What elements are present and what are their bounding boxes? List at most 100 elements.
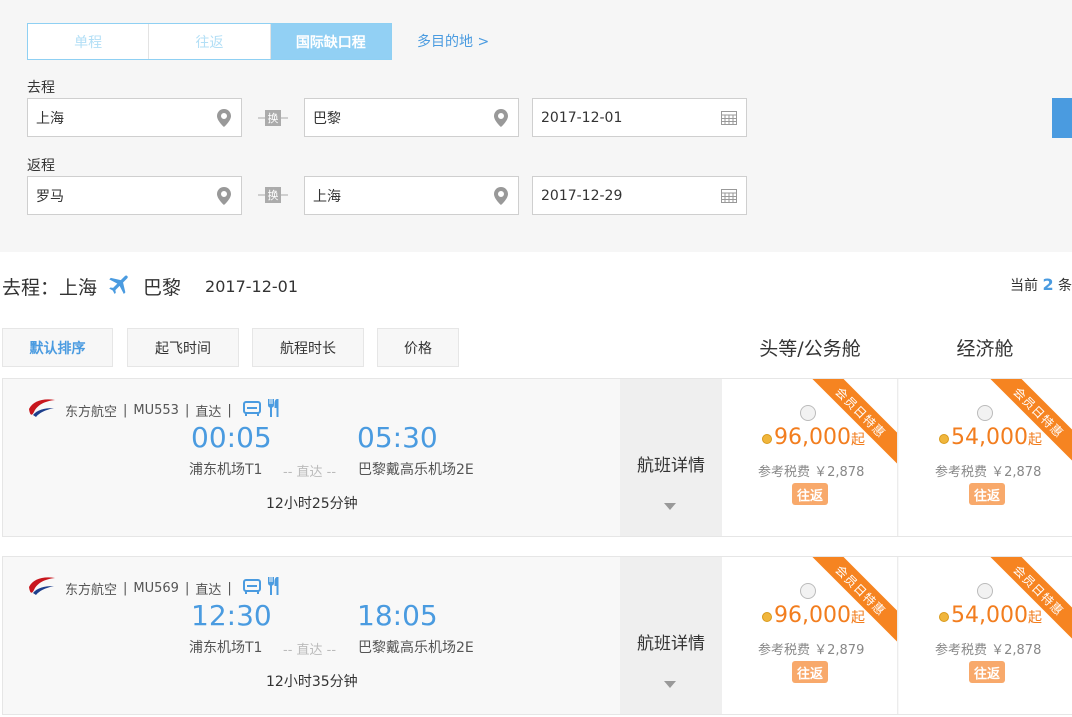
route-to: 巴黎 — [143, 277, 182, 299]
flight-duration: 12小时35分钟 — [266, 674, 358, 690]
tab-one-way[interactable]: 单程 — [28, 24, 150, 59]
sort-departure-button[interactable]: 起飞时间 — [127, 328, 239, 367]
result-count: 当前 2 条 — [1010, 275, 1072, 295]
tax-info: 参考税费 ￥2,879 — [758, 643, 865, 658]
flight-detail-label: 航班详情 — [637, 634, 705, 654]
price-value: 54,000 — [951, 425, 1028, 450]
flight-detail-label: 航班详情 — [637, 456, 705, 476]
round-trip-badge: 往返 — [792, 661, 828, 683]
count-prefix: 当前 — [1010, 278, 1038, 294]
first-class-radio[interactable] — [800, 405, 816, 421]
sort-default-button[interactable]: 默认排序 — [2, 328, 113, 367]
location-pin-icon — [492, 186, 510, 205]
outbound-from-value: 上海 — [36, 110, 64, 127]
flight-card: 东方航空 | MU553 | 直达 | 00:05 05:30 浦东机场T1 -… — [2, 378, 1072, 537]
cabin-header-first: 头等/公务舱 — [759, 338, 861, 360]
meal-icon — [266, 399, 282, 421]
first-class-price-cell: 会员日特惠 96,000 起 参考税费 ￥2,878 往返 — [722, 379, 898, 536]
tax-info: 参考税费 ￥2,878 — [935, 643, 1042, 658]
tax-info: 参考税费 ￥2,878 — [758, 465, 865, 480]
outbound-to-value: 巴黎 — [313, 110, 341, 127]
location-pin-icon — [215, 108, 233, 127]
airline-name: 东方航空 — [65, 404, 118, 420]
flight-number: MU553 — [133, 402, 179, 418]
outbound-to-input[interactable]: 巴黎 — [304, 98, 519, 137]
economy-price-cell: 会员日特惠 54,000 起 参考税费 ￥2,878 往返 — [899, 379, 1072, 536]
flight-number: MU569 — [133, 580, 179, 596]
first-class-radio[interactable] — [800, 583, 816, 599]
depart-time: 12:30 — [191, 599, 272, 632]
seat-icon — [242, 577, 262, 599]
depart-time: 00:05 — [191, 421, 272, 454]
tax-info: 参考税费 ￥2,878 — [935, 465, 1042, 480]
airline-name: 东方航空 — [65, 582, 118, 598]
outbound-label: 去程 — [27, 80, 55, 96]
inbound-to-input[interactable]: 上海 — [304, 176, 519, 215]
location-pin-icon — [492, 108, 510, 127]
round-trip-badge: 往返 — [969, 661, 1005, 683]
flight-detail-toggle[interactable]: 航班详情 — [620, 379, 722, 536]
flight-detail-toggle[interactable]: 航班详情 — [620, 557, 722, 714]
economy-radio[interactable] — [977, 405, 993, 421]
trip-type-tabs: 单程 往返 国际缺口程 — [27, 23, 392, 60]
search-panel: 单程 往返 国际缺口程 多目的地 > 去程 上海 换 巴黎 2017-12-01… — [0, 0, 1072, 252]
inbound-date-input[interactable]: 2017-12-29 — [532, 176, 747, 215]
direct-indicator: -- 直达 -- — [283, 643, 337, 658]
route-prefix: 去程： — [2, 277, 60, 299]
swap-icon: 换 — [265, 187, 281, 203]
sort-duration-button[interactable]: 航程时长 — [252, 328, 364, 367]
swap-button[interactable]: 换 — [258, 185, 288, 205]
flight-duration: 12小时25分钟 — [266, 496, 358, 512]
search-button[interactable] — [1052, 98, 1072, 138]
swap-button[interactable]: 换 — [258, 108, 288, 128]
seat-icon — [242, 399, 262, 421]
route-date: 2017-12-01 — [205, 277, 299, 296]
route-title: 去程： 上海 巴黎 2017-12-01 — [2, 271, 298, 302]
coin-icon — [939, 612, 949, 622]
airline-info: 东方航空 | MU569 | 直达 | — [27, 575, 282, 601]
coin-icon — [939, 434, 949, 444]
economy-radio[interactable] — [977, 583, 993, 599]
flight-card: 东方航空 | MU569 | 直达 | 12:30 18:05 浦东机场T1 -… — [2, 556, 1072, 715]
inbound-label: 返程 — [27, 158, 55, 174]
outbound-from-input[interactable]: 上海 — [27, 98, 242, 137]
cabin-header-economy: 经济舱 — [956, 338, 1014, 360]
arrive-time: 05:30 — [357, 421, 438, 454]
price-value: 96,000 — [774, 603, 851, 628]
depart-airport: 浦东机场T1 — [189, 462, 263, 478]
coin-icon — [762, 434, 772, 444]
direct-tag: 直达 — [195, 582, 222, 598]
meal-icon — [266, 577, 282, 599]
multi-destination-link[interactable]: 多目的地 > — [417, 31, 489, 51]
plane-icon — [107, 271, 133, 302]
round-trip-badge: 往返 — [792, 483, 828, 505]
outbound-date-input[interactable]: 2017-12-01 — [532, 98, 747, 137]
chevron-down-icon — [664, 681, 676, 688]
first-class-price: 96,000 起 — [762, 425, 865, 450]
direct-indicator: -- 直达 -- — [283, 465, 337, 480]
arrive-airport: 巴黎戴高乐机场2E — [358, 462, 474, 478]
price-suffix: 起 — [850, 432, 865, 448]
inbound-from-value: 罗马 — [36, 188, 64, 205]
sort-price-button[interactable]: 价格 — [377, 328, 459, 367]
airline-logo-icon — [27, 575, 57, 601]
inbound-from-input[interactable]: 罗马 — [27, 176, 242, 215]
airline-logo-icon — [27, 397, 57, 423]
tab-round-trip[interactable]: 往返 — [149, 24, 271, 59]
chevron-down-icon — [664, 503, 676, 510]
first-class-price-cell: 会员日特惠 96,000 起 参考税费 ￥2,879 往返 — [722, 557, 898, 714]
first-class-price: 96,000 起 — [762, 603, 865, 628]
calendar-icon — [720, 109, 738, 127]
arrive-airport: 巴黎戴高乐机场2E — [358, 640, 474, 656]
count-value: 2 — [1042, 275, 1054, 294]
price-suffix: 起 — [850, 610, 865, 626]
tab-open-jaw[interactable]: 国际缺口程 — [270, 24, 391, 59]
round-trip-badge: 往返 — [969, 483, 1005, 505]
location-pin-icon — [215, 186, 233, 205]
outbound-date-value: 2017-12-01 — [541, 109, 623, 126]
swap-icon: 换 — [265, 110, 281, 126]
price-suffix: 起 — [1027, 432, 1042, 448]
inbound-to-value: 上海 — [313, 188, 341, 205]
price-value: 96,000 — [774, 425, 851, 450]
airline-info: 东方航空 | MU553 | 直达 | — [27, 397, 282, 423]
